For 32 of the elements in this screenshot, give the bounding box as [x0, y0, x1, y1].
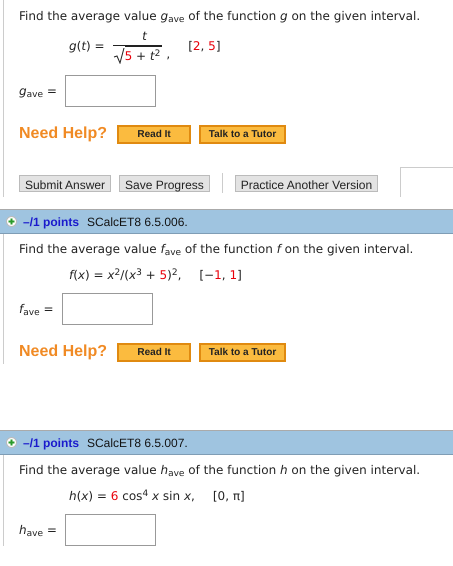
question-code: SCalcET8 6.5.006. — [87, 214, 188, 230]
answer-label: g$_{ave}$ = — [19, 83, 57, 100]
question-prompt: Find the average value h$_{ave}$ of the function h on the given interval. — [19, 462, 422, 478]
action-button[interactable]: Practice Another Version — [234, 174, 378, 192]
tab-frame — [400, 167, 453, 197]
plus-icon[interactable] — [6, 437, 17, 448]
answer-field[interactable] — [64, 514, 156, 546]
answer-field[interactable] — [62, 293, 152, 325]
tutor-button[interactable]: Talk to a Tutor — [199, 124, 286, 144]
read-it-button[interactable]: Read It — [117, 342, 192, 362]
question-code: SCalcET8 6.5.007. — [87, 434, 188, 452]
points-label: –/1 points — [23, 214, 80, 230]
plus-icon[interactable] — [6, 216, 17, 227]
answer-label: f$_{ave}$ = — [19, 301, 54, 318]
answer-field[interactable] — [64, 75, 156, 107]
question-prompt: Find the average value f$_{ave}$ of the function f on the given interval. — [19, 241, 414, 257]
need-help-label: Need Help? — [19, 342, 108, 362]
action-button[interactable]: Save Progress — [119, 174, 210, 192]
action-button[interactable]: Submit Answer — [19, 174, 112, 192]
read-it-button[interactable]: Read It — [117, 124, 192, 144]
tutor-button[interactable]: Talk to a Tutor — [199, 342, 286, 362]
formula: f(x) = x$^{2}$/(x$^{3}$ + 5)$^{2}$, — [69, 266, 182, 284]
points-label: –/1 points — [23, 434, 80, 452]
need-help-label: Need Help? — [19, 124, 108, 144]
question-prompt: Find the average value g$_{ave}$ of the function g on the given interval. — [19, 8, 422, 24]
interval: [0, π] — [212, 488, 245, 505]
interval: [2, 5] — [188, 38, 220, 55]
interval: [−1, 1] — [199, 267, 242, 284]
radical-sign — [112, 48, 125, 64]
formula: h(x) = 6 cos$^{4}$ x sin x, — [69, 488, 195, 505]
formula: g(t) = t 5 + t$^{2}$ , — [69, 27, 170, 65]
answer-label: h$_{ave}$ = — [19, 522, 57, 539]
